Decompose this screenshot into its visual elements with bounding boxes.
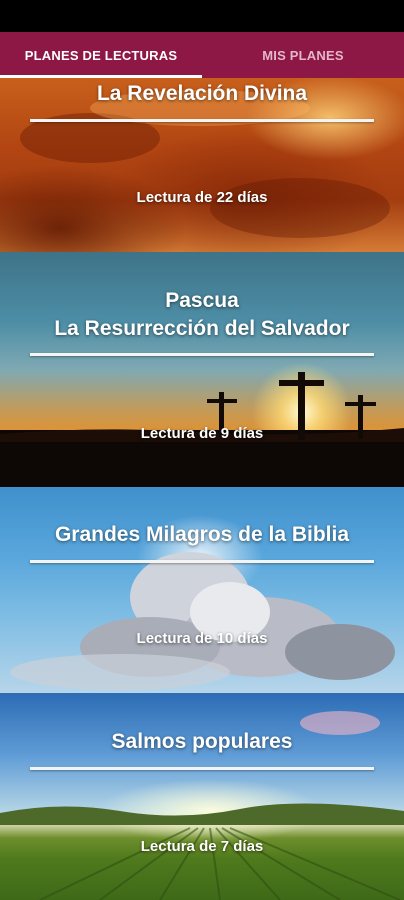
plan-title: Pascua La Resurrección del Salvador (54, 289, 350, 340)
title-divider (30, 560, 374, 563)
plan-duration: Lectura de 22 días (136, 189, 268, 206)
tab-bar: PLANES DE LECTURAS MIS PLANES (0, 32, 404, 78)
title-divider (30, 119, 374, 122)
plan-title: Grandes Milagros de la Biblia (54, 523, 350, 546)
plan-title: La Revelación Divina (96, 82, 308, 105)
tab-label: PLANES DE LECTURAS (24, 47, 178, 63)
plan-card-milagros[interactable]: Grandes Milagros de la Biblia Lectura de… (0, 487, 404, 693)
tab-mis-planes[interactable]: MIS PLANES (202, 32, 404, 78)
plan-duration: Lectura de 7 días (140, 838, 264, 855)
plan-card-salmos[interactable]: Salmos populares Lectura de 7 días (0, 693, 404, 900)
plan-card-pascua[interactable]: Pascua La Resurrección del Salvador Lect… (0, 252, 404, 487)
plan-duration: Lectura de 10 días (136, 630, 268, 647)
tab-label: MIS PLANES (262, 47, 344, 63)
plan-card-revelacion[interactable]: La Revelación Divina Lectura de 22 días (0, 78, 404, 252)
title-divider (30, 767, 374, 770)
tab-planes-de-lecturas[interactable]: PLANES DE LECTURAS (0, 32, 202, 78)
field-image (0, 711, 404, 900)
status-bar (0, 0, 404, 32)
title-divider (30, 353, 374, 356)
plan-title: Salmos populares (111, 730, 293, 753)
clouds-image (10, 552, 395, 690)
active-tab-indicator (0, 75, 202, 78)
plan-duration: Lectura de 9 días (140, 425, 264, 442)
